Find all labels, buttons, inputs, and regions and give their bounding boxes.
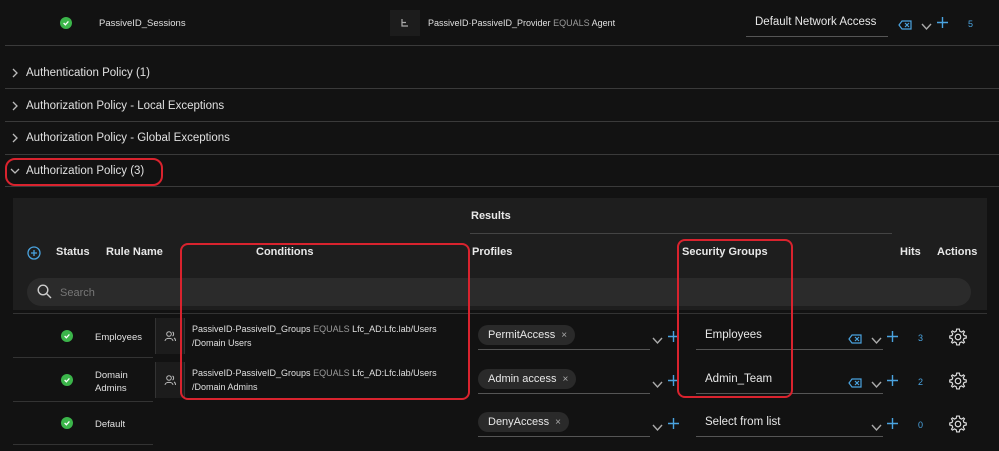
highlight-security-groups [677, 239, 793, 398]
rule-name: Employees [95, 332, 142, 343]
add-icon[interactable] [887, 418, 898, 429]
authz-profile-value: Default Network Access [755, 16, 877, 28]
close-icon[interactable]: × [562, 374, 568, 385]
chevron-down-icon[interactable] [652, 419, 663, 437]
profile-chip[interactable]: Admin access × [478, 369, 577, 389]
gear-icon[interactable] [948, 327, 968, 347]
add-rule-icon[interactable] [27, 246, 41, 260]
status-ok-icon [60, 17, 72, 29]
col-actions: Actions [937, 246, 978, 258]
search-icon [37, 284, 52, 299]
col-status: Status [56, 246, 90, 258]
chevron-right-icon [12, 68, 18, 78]
profile-chip[interactable]: DenyAccess × [478, 412, 569, 432]
chevron-down-icon[interactable] [652, 332, 663, 350]
hits-count: 5 [968, 19, 974, 29]
condition-tree-icon [390, 10, 420, 36]
add-icon[interactable] [668, 418, 679, 429]
highlight-conditions [180, 243, 470, 400]
hits-count: 0 [918, 420, 924, 430]
section-authz-local-exceptions[interactable]: Authorization Policy - Local Exceptions [10, 100, 224, 112]
profile-label: PermitAccess [488, 329, 556, 341]
add-icon[interactable] [887, 375, 898, 386]
profile-label: DenyAccess [488, 416, 550, 428]
add-icon[interactable] [887, 331, 898, 342]
add-icon[interactable] [937, 17, 948, 28]
section-authentication-policy[interactable]: Authentication Policy (1) [10, 67, 150, 79]
status-ok-icon [61, 417, 73, 429]
gear-icon[interactable] [948, 414, 968, 434]
section-label: Authentication Policy (1) [26, 67, 151, 79]
gear-icon[interactable] [948, 371, 968, 391]
chevron-down-icon[interactable] [871, 376, 882, 394]
results-header: Results [471, 210, 511, 222]
chevron-down-icon[interactable] [652, 376, 663, 394]
chevron-right-icon [12, 133, 18, 143]
hits-count: 3 [918, 333, 924, 343]
rule-name: PassiveID_Sessions [99, 18, 186, 29]
status-ok-icon [61, 330, 73, 342]
hits-count: 2 [918, 377, 924, 387]
chevron-right-icon [12, 101, 18, 111]
close-icon[interactable]: × [561, 330, 567, 341]
close-icon[interactable]: × [555, 417, 561, 428]
rule-name: Domain Admins [95, 370, 128, 394]
rule-name: Default [95, 419, 126, 430]
status-ok-icon [61, 374, 73, 386]
profile-label: Admin access [488, 373, 557, 385]
clear-icon[interactable] [848, 375, 863, 393]
condition-text: PassiveID·PassiveID_Provider EQUALS Agen… [428, 18, 616, 28]
chevron-down-icon[interactable] [871, 332, 882, 350]
chevron-down-icon[interactable] [871, 419, 882, 437]
chevron-down-icon[interactable] [921, 18, 932, 36]
col-hits: Hits [900, 246, 921, 258]
section-label: Authorization Policy - Global Exceptions [26, 132, 230, 144]
security-group-select[interactable]: Select from list [705, 416, 780, 428]
col-profiles: Profiles [472, 246, 513, 258]
section-authz-global-exceptions[interactable]: Authorization Policy - Global Exceptions [10, 132, 230, 144]
clear-icon[interactable] [898, 17, 913, 35]
highlight-authz-policy [5, 158, 163, 186]
section-label: Authorization Policy - Local Exceptions [26, 100, 225, 112]
clear-icon[interactable] [848, 331, 863, 349]
col-rule-name: Rule Name [106, 246, 163, 258]
profile-chip[interactable]: PermitAccess × [478, 325, 576, 345]
